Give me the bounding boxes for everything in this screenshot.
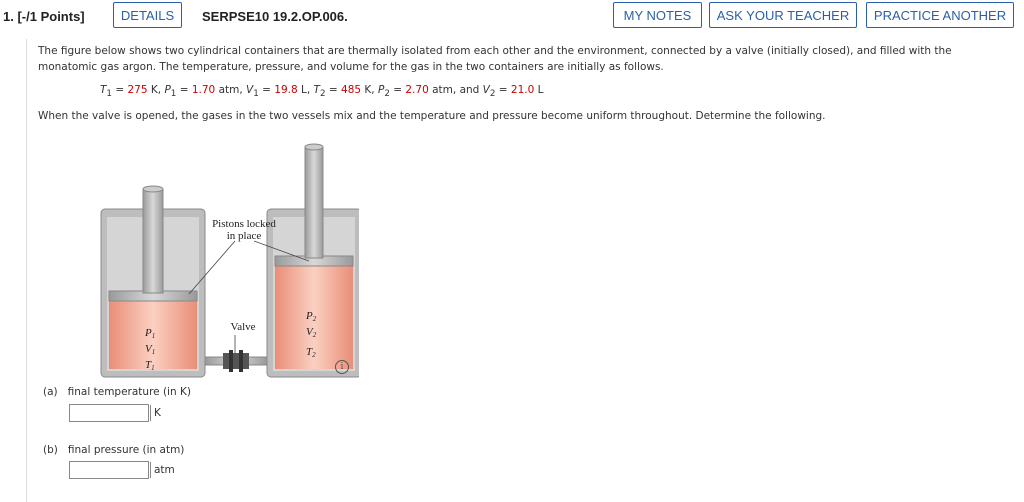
t2-value: 485 [341, 84, 362, 96]
p2-value: 2.70 [405, 84, 429, 96]
final-temperature-input[interactable] [69, 404, 149, 422]
v1-value: 19.8 [274, 84, 298, 96]
pistons-label-line1: Pistons locked [212, 218, 276, 230]
final-pressure-input[interactable] [69, 461, 149, 479]
question-points: 1. [-/1 Points] [3, 9, 85, 24]
temperature-unit: K [150, 405, 161, 421]
problem-instruction: When the valve is opened, the gases in t… [38, 110, 826, 122]
initial-conditions: T1 = 275 K, P1 = 1.70 atm, V1 = 19.8 L, … [100, 84, 544, 100]
question-header: 1. [-/1 Points] DETAILS SERPSE10 19.2.OP… [0, 0, 1024, 34]
cylinders-figure: Pistons locked in place Valve P1 V1 T1 P… [100, 143, 359, 378]
pistons-label-line2: in place [227, 230, 262, 242]
problem-intro: The figure below shows two cylindrical c… [38, 45, 952, 73]
right-cylinder [266, 143, 359, 378]
details-button[interactable]: DETAILS [113, 2, 182, 28]
v2-value: 21.0 [510, 84, 535, 96]
practice-another-button[interactable]: PRACTICE ANOTHER [866, 2, 1014, 28]
t1-value: 275 [127, 84, 148, 96]
question-b-label: (b) final pressure (in atm) [43, 444, 185, 456]
question-a-label: (a) final temperature (in K) [43, 386, 191, 398]
valve-label: Valve [230, 321, 255, 333]
info-icon[interactable]: i [335, 360, 349, 374]
pressure-unit: atm [150, 462, 175, 478]
valve-icon [223, 350, 249, 372]
question-body: The figure below shows two cylindrical c… [26, 39, 1024, 502]
problem-code: SERPSE10 19.2.OP.006. [202, 9, 348, 24]
ask-your-teacher-button[interactable]: ASK YOUR TEACHER [709, 2, 857, 28]
p1-value: 1.70 [191, 84, 216, 96]
my-notes-button[interactable]: MY NOTES [613, 2, 702, 28]
